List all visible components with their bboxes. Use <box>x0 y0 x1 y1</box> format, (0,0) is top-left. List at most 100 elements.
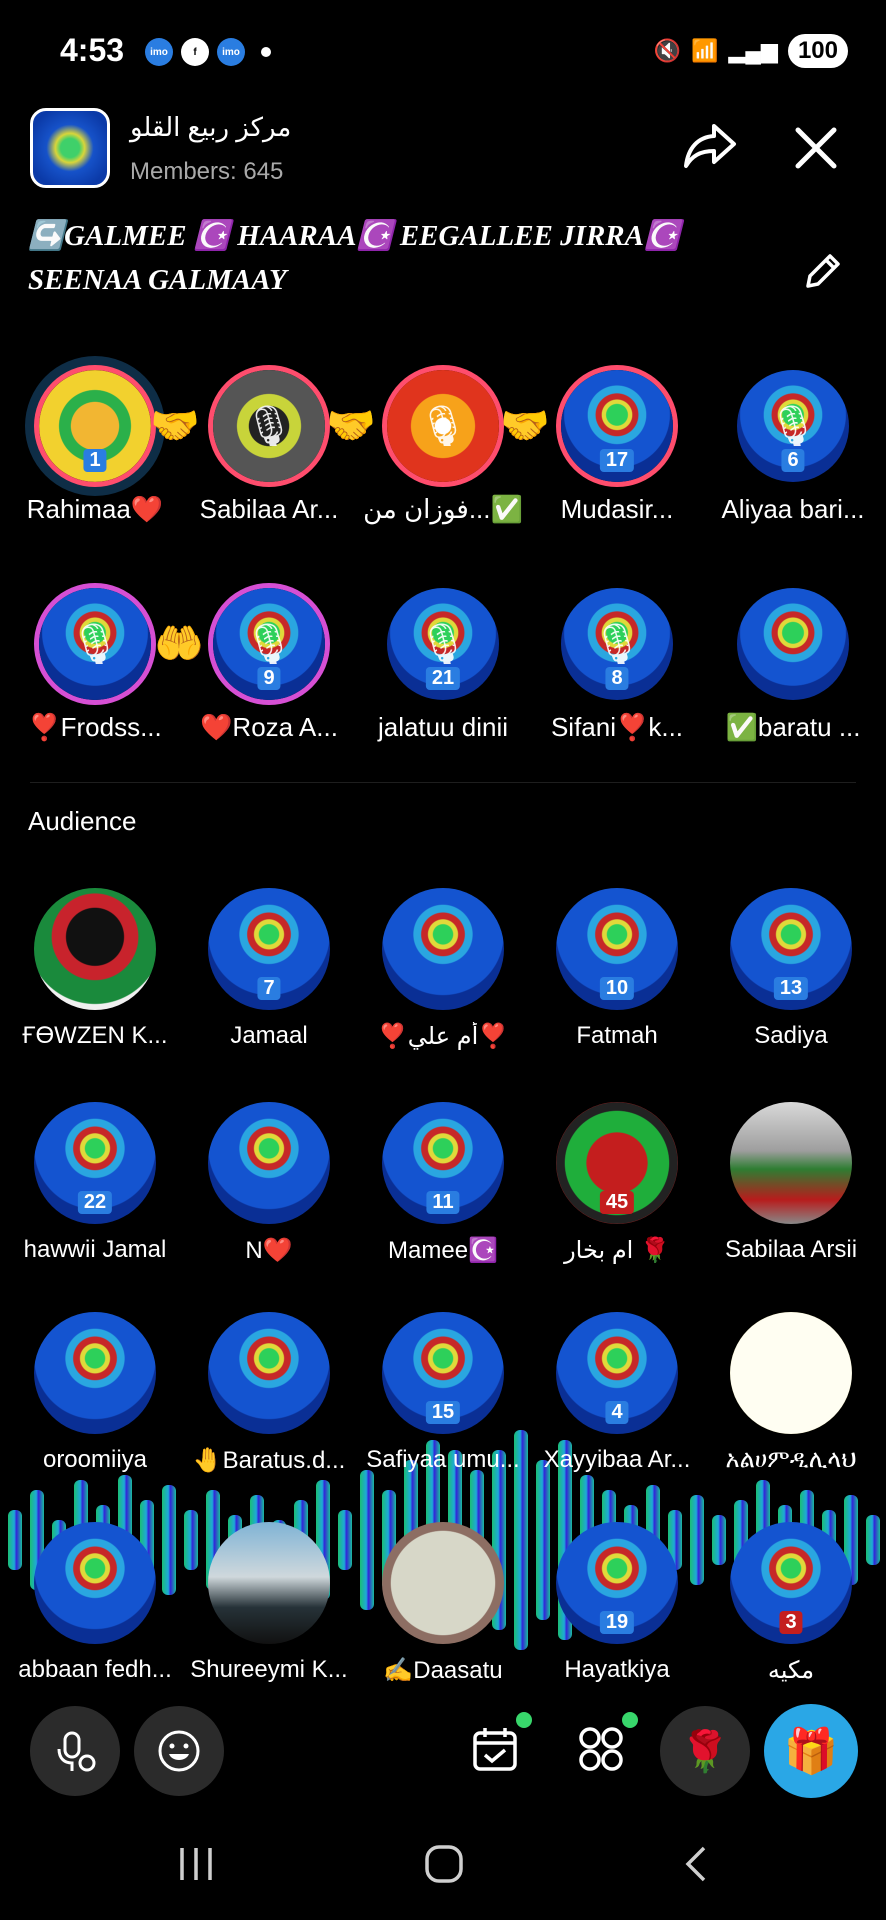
mute-icon: 🔇 <box>653 38 682 63</box>
member-name: Shureeymi K... <box>190 1656 348 1683</box>
mic-seat[interactable]: 🎙 21 jalatuu dinii <box>358 588 528 743</box>
audience-member[interactable]: ҒӨWZEN K... <box>8 888 182 1050</box>
member-number: 45 <box>599 1191 635 1214</box>
member-avatar: 10 <box>556 888 678 1010</box>
seat-avatar: 1 <box>39 370 151 482</box>
seat-name: ❤️Roza A... <box>200 712 338 742</box>
rose-icon: 🌹 <box>680 1729 730 1774</box>
status-bar: 4:53 imo f imo 🔇 📶 ▂▄▆ 100 <box>0 0 886 100</box>
member-name: ✍️Daasatu <box>383 1657 503 1684</box>
audience-member[interactable]: 3 مكيه <box>704 1522 878 1685</box>
member-avatar: 15 <box>382 1312 504 1434</box>
seat-name: ❣️Frodss... <box>28 712 162 742</box>
emoji-button[interactable] <box>134 1706 224 1796</box>
room-avatar[interactable] <box>30 108 110 188</box>
member-avatar: 7 <box>208 888 330 1010</box>
member-name: አልሀምዲሊላህ <box>725 1446 857 1473</box>
room-members-count[interactable]: Members: 645 <box>130 158 283 186</box>
mic-seat[interactable]: 17 Mudasir... <box>532 370 702 525</box>
mic-seat[interactable]: ✅baratu ... <box>708 588 878 743</box>
seat-number: 8 <box>605 667 629 690</box>
member-number: 13 <box>773 977 809 1000</box>
member-name: مكيه <box>767 1657 815 1684</box>
mic-seat[interactable]: 🎙 8 Sifani❣️k... <box>532 588 702 743</box>
notification-badge <box>622 1712 638 1728</box>
audience-member[interactable]: 19 Hayatkiya <box>530 1522 704 1684</box>
notification-icons: imo f imo <box>145 38 271 66</box>
seat-avatar: 17 <box>561 370 673 482</box>
close-button[interactable] <box>788 122 844 174</box>
audience-title: Audience <box>28 806 137 836</box>
share-button[interactable] <box>680 120 740 172</box>
audience-member[interactable]: 7 Jamaal <box>182 888 356 1050</box>
edit-announcement-button[interactable] <box>800 250 844 294</box>
mic-seat[interactable]: 🎙 6 Aliyaa bari... <box>708 370 878 525</box>
audience-member[interactable]: ✍️Daasatu <box>356 1522 530 1685</box>
member-avatar: 3 <box>730 1522 852 1644</box>
member-name: ҒӨWZEN K... <box>22 1022 168 1049</box>
mic-settings-icon <box>57 1731 96 1772</box>
audience-member[interactable]: 11 Mamee☪️ <box>356 1102 530 1265</box>
member-avatar: 45 <box>556 1102 678 1224</box>
audience-member[interactable]: N❤️ <box>182 1102 356 1265</box>
battery-indicator: 100 <box>787 34 848 68</box>
member-number: 3 <box>779 1611 803 1634</box>
back-button[interactable] <box>676 1842 716 1897</box>
seat-number: 17 <box>599 449 635 472</box>
member-avatar <box>208 1312 330 1434</box>
audience-member[interactable]: 🤚Baratus.d... <box>182 1312 356 1475</box>
seat-avatar <box>737 588 849 700</box>
mic-settings-button[interactable] <box>30 1706 120 1796</box>
member-name: ❣️أم علي❣️ <box>377 1023 509 1050</box>
member-name: N❤️ <box>245 1237 293 1264</box>
member-name: ام بخار 🌹 <box>564 1237 670 1264</box>
audience-member[interactable]: 45 ام بخار 🌹 <box>530 1102 704 1265</box>
mic-off-icon: 🎙 <box>243 622 295 667</box>
member-avatar <box>208 1102 330 1224</box>
rose-gift-button[interactable]: 🌹 <box>660 1706 750 1796</box>
mic-off-icon: 🎙 <box>591 622 643 667</box>
audience-member[interactable]: abbaan fedh... <box>8 1522 182 1684</box>
member-number: 4 <box>605 1401 629 1424</box>
audience-member[interactable]: 4 Xayyibaa Ar... <box>530 1312 704 1474</box>
audience-member[interactable]: Shureeymi K... <box>182 1522 356 1684</box>
room-announcement: ↪️GALMEE ☪️ HAARAA☪️ EEGALLEE JIRRA☪️ SE… <box>28 214 768 302</box>
signal-icon: ▂▄▆ <box>728 38 778 63</box>
home-button[interactable] <box>422 1842 466 1897</box>
facebook-icon: f <box>181 38 209 66</box>
seat-name: jalatuu dinii <box>377 712 509 742</box>
member-avatar <box>730 1102 852 1224</box>
seat-avatar: 🎙 9 <box>213 588 325 700</box>
audience-member[interactable]: 22 hawwii Jamal <box>8 1102 182 1264</box>
audience-member[interactable]: oroomiiya <box>8 1312 182 1474</box>
member-name: oroomiiya <box>42 1446 148 1473</box>
wifi-icon: 📶 <box>691 38 719 63</box>
mic-off-icon: 🎙 <box>69 622 121 667</box>
more-notifications-dot <box>261 47 271 57</box>
member-avatar <box>730 1312 852 1434</box>
member-number: 10 <box>599 977 635 1000</box>
close-icon <box>795 127 837 169</box>
smiley-icon <box>158 1730 200 1772</box>
section-divider <box>30 782 856 783</box>
room-toolbar: 🌹 🎁 <box>0 1700 886 1800</box>
member-avatar: 11 <box>382 1102 504 1224</box>
audience-member[interactable]: ❣️أم علي❣️ <box>356 888 530 1051</box>
recent-apps-button[interactable] <box>176 1842 216 1897</box>
audience-member[interactable]: 10 Fatmah <box>530 888 704 1050</box>
audience-member[interactable]: አልሀምዲሊላህ <box>704 1312 878 1474</box>
audience-member[interactable]: 13 Sadiya <box>704 888 878 1050</box>
gift-button[interactable]: 🎁 <box>764 1704 858 1798</box>
pencil-icon <box>806 254 840 288</box>
audience-member[interactable]: Sabilaa Arsii <box>704 1102 878 1264</box>
member-avatar: 22 <box>34 1102 156 1224</box>
member-number: 11 <box>426 1191 460 1214</box>
share-icon <box>684 124 736 168</box>
seat-avatar: 🎙 21 <box>387 588 499 700</box>
seat-name: Aliyaa bari... <box>721 494 865 524</box>
audience-member[interactable]: 15 Safiyaa umu... <box>356 1312 530 1474</box>
mic-seat[interactable]: 🎙 9 ❤️Roza A... <box>184 588 354 743</box>
room-name[interactable]: مركز ربيع القلو <box>130 112 291 143</box>
announcement-line: ↪️GALMEE ☪️ HAARAA☪️ EEGALLEE JIRRA☪️ <box>28 220 681 252</box>
mic-off-icon: 🎙 <box>767 404 819 449</box>
